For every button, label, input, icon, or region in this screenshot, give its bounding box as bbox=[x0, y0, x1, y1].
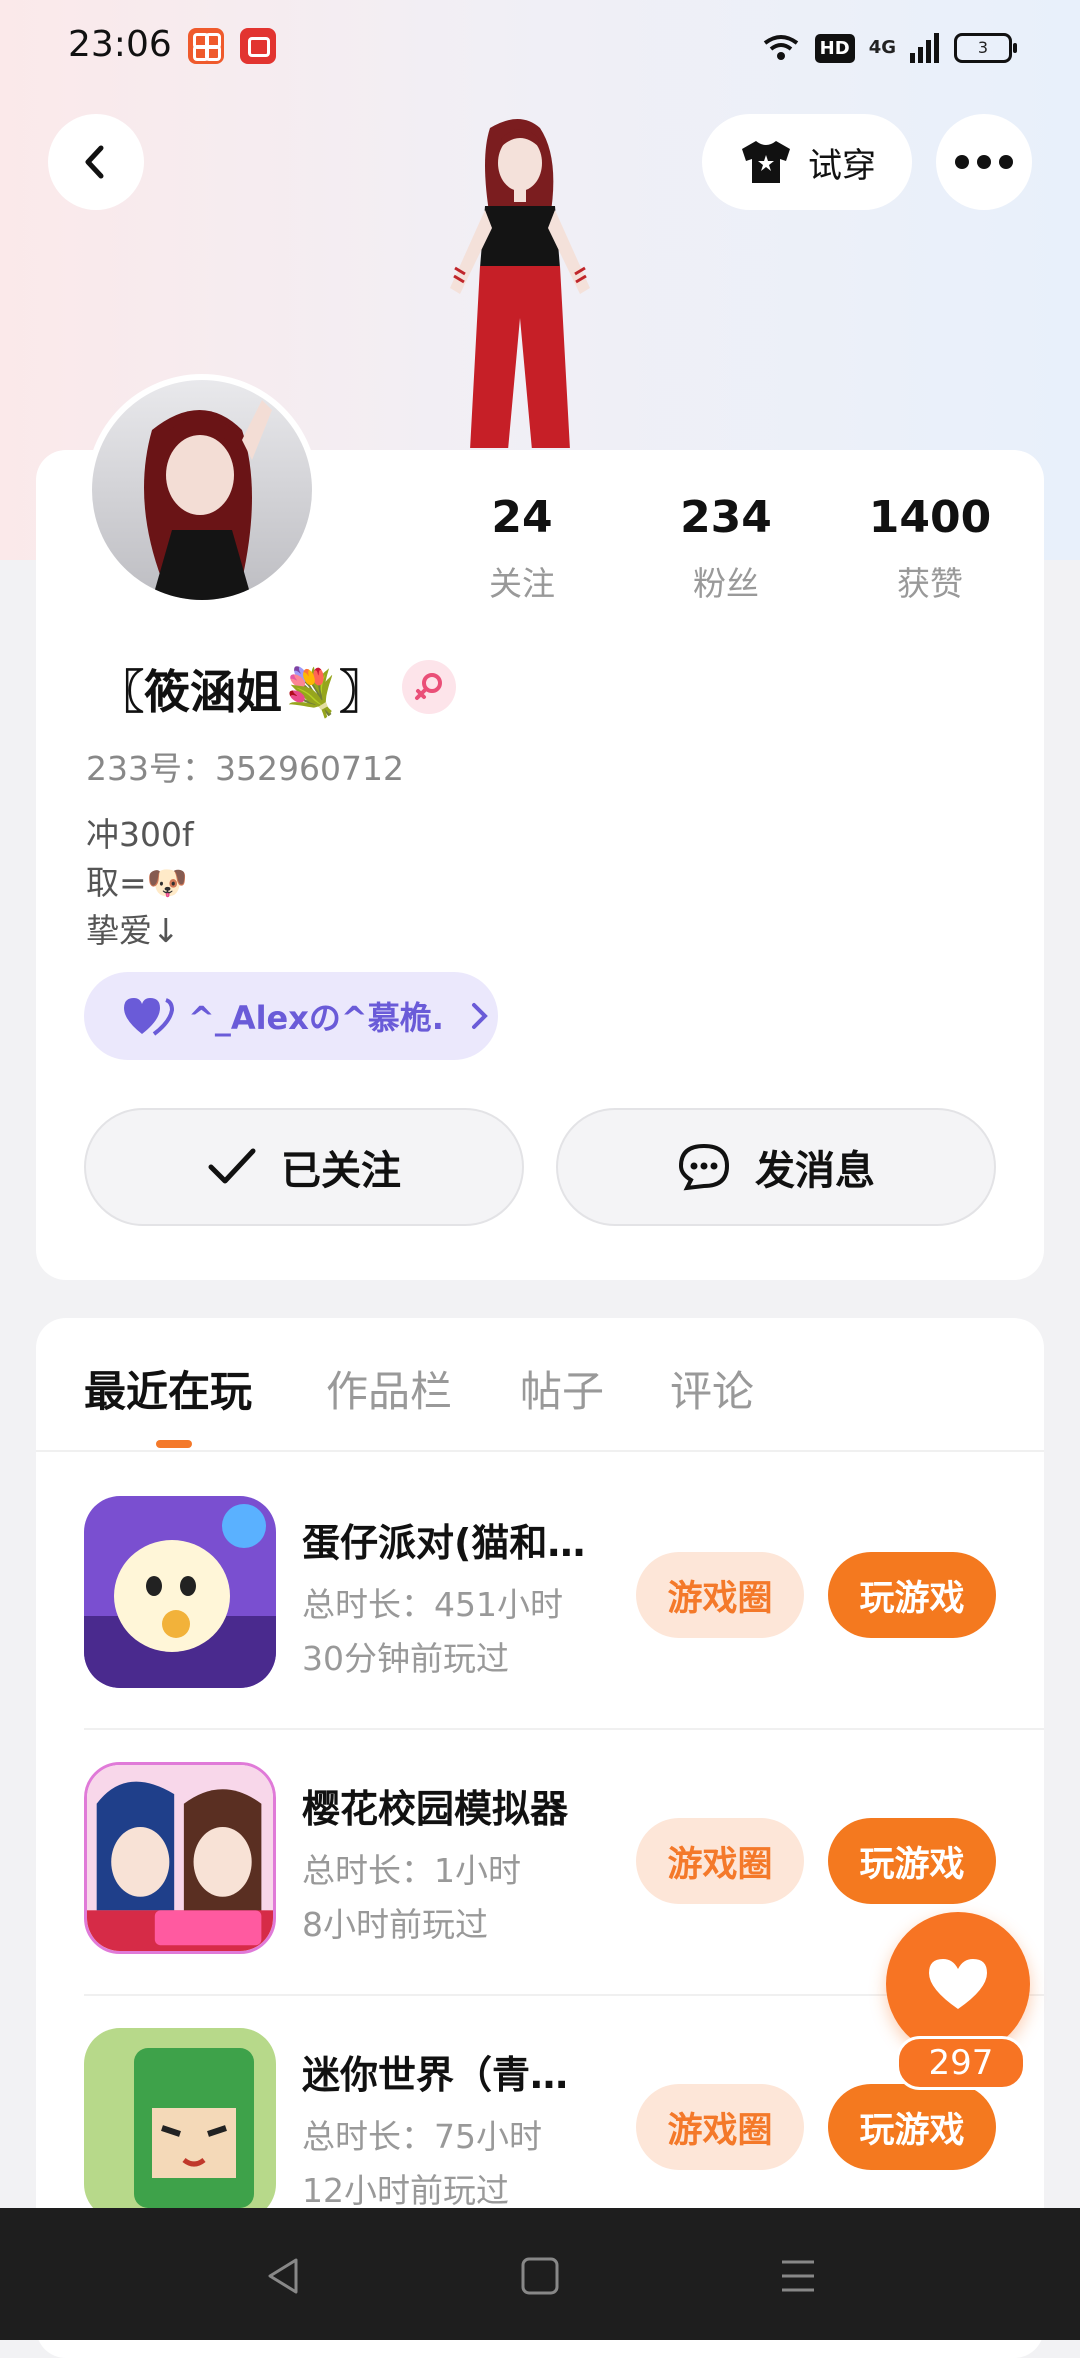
signal-icon bbox=[910, 33, 939, 63]
back-icon bbox=[85, 145, 104, 179]
avatar-image bbox=[92, 380, 312, 600]
system-navigation-bar bbox=[0, 2208, 1080, 2340]
hd-badge: HD bbox=[814, 33, 855, 63]
game-last-played: 8小时前玩过 bbox=[302, 1905, 488, 1944]
stat-following-label: 关注 bbox=[489, 564, 555, 603]
stat-fans-count: 234 bbox=[680, 492, 772, 543]
bio-line: 取=🐶 bbox=[86, 863, 188, 902]
nav-menu-button[interactable] bbox=[770, 2248, 826, 2304]
game-title: 迷你世界（青少年版） bbox=[302, 2053, 602, 2097]
like-button[interactable] bbox=[886, 1912, 1030, 2056]
tshirt-icon bbox=[742, 141, 790, 183]
nav-home-icon bbox=[521, 2257, 559, 2295]
play-game-button[interactable]: 玩游戏 bbox=[828, 1818, 996, 1904]
game-total-time: 总时长：75小时 bbox=[302, 2117, 542, 2156]
heart-icon bbox=[124, 998, 174, 1036]
heart-icon bbox=[929, 1959, 987, 2009]
stat-fans[interactable]: 234 粉丝 bbox=[636, 492, 816, 605]
status-time: 23:06 bbox=[68, 24, 172, 65]
bio-line: 冲300f bbox=[86, 815, 194, 854]
tab-comments[interactable]: 评论 bbox=[670, 1358, 754, 1419]
game-circle-button[interactable]: 游戏圈 bbox=[636, 2084, 804, 2170]
profile-name: 〖筱涵姐💐〗 bbox=[98, 665, 386, 719]
game-icon bbox=[84, 2028, 276, 2220]
tab-works[interactable]: 作品栏 bbox=[326, 1358, 452, 1419]
game-last-played: 12小时前玩过 bbox=[302, 2171, 509, 2210]
list-item[interactable]: 蛋仔派对(猫和老鼠) 总时长：451小时 30分钟前玩过 游戏圈 玩游戏 bbox=[84, 1472, 1044, 1738]
app-notification-icon bbox=[188, 28, 224, 64]
game-icon bbox=[84, 1496, 276, 1688]
play-game-button[interactable]: 玩游戏 bbox=[828, 2084, 996, 2170]
stat-fans-label: 粉丝 bbox=[693, 564, 759, 603]
game-circle-button[interactable]: 游戏圈 bbox=[636, 1552, 804, 1638]
send-message-label: 发消息 bbox=[755, 1148, 875, 1194]
user-id: 233号：352960712 bbox=[86, 749, 404, 788]
stat-likes[interactable]: 1400 获赞 bbox=[840, 492, 1020, 605]
try-on-button[interactable]: 试穿 bbox=[702, 114, 912, 210]
more-icon bbox=[955, 155, 1013, 169]
stat-likes-count: 1400 bbox=[868, 492, 992, 543]
game-total-time: 总时长：1小时 bbox=[302, 1851, 521, 1890]
nav-menu-icon bbox=[782, 2260, 814, 2292]
game-icon bbox=[84, 1762, 276, 1954]
female-icon bbox=[402, 660, 456, 714]
wifi-icon bbox=[763, 35, 798, 60]
battery-icon: 3 bbox=[954, 33, 1017, 63]
following-button[interactable]: 已关注 bbox=[84, 1108, 524, 1226]
avatar[interactable] bbox=[86, 374, 318, 606]
try-on-label: 试穿 bbox=[808, 145, 876, 186]
divider bbox=[84, 1728, 1044, 1730]
game-title: 樱花校园模拟器 bbox=[302, 1787, 569, 1831]
game-circle-button[interactable]: 游戏圈 bbox=[636, 1818, 804, 1904]
status-icons: HD 4G 3 bbox=[761, 28, 1017, 68]
play-game-button[interactable]: 玩游戏 bbox=[828, 1552, 996, 1638]
tab-active-indicator bbox=[156, 1440, 192, 1448]
chevron-right-icon bbox=[471, 1003, 488, 1029]
tab-recently-played[interactable]: 最近在玩 bbox=[84, 1358, 252, 1419]
stat-following[interactable]: 24 关注 bbox=[432, 492, 612, 605]
chat-icon bbox=[678, 1143, 730, 1191]
network-type: 4G bbox=[868, 37, 896, 58]
status-bar: 23:06 HD 4G 3 bbox=[0, 0, 1080, 96]
couple-badge[interactable]: ^_Alexの^慕桅. bbox=[84, 972, 498, 1060]
following-label: 已关注 bbox=[281, 1148, 401, 1194]
stat-likes-label: 获赞 bbox=[897, 564, 963, 603]
screen-record-icon bbox=[240, 28, 276, 64]
couple-name: ^_Alexの^慕桅. bbox=[188, 999, 444, 1037]
bio-line: 挚爱↓ bbox=[86, 911, 180, 950]
more-button[interactable] bbox=[936, 114, 1032, 210]
nav-back-icon bbox=[268, 2258, 298, 2294]
nav-home-button[interactable] bbox=[512, 2248, 568, 2304]
avatar-3d-figure bbox=[450, 119, 590, 448]
like-count: 297 bbox=[896, 2036, 1026, 2090]
nav-back-button[interactable] bbox=[256, 2248, 312, 2304]
game-total-time: 总时长：451小时 bbox=[302, 1585, 563, 1624]
back-button[interactable] bbox=[48, 114, 144, 210]
divider bbox=[36, 1450, 1044, 1452]
tab-posts[interactable]: 帖子 bbox=[520, 1358, 604, 1419]
check-icon bbox=[208, 1148, 256, 1184]
game-title: 蛋仔派对(猫和老鼠) bbox=[302, 1521, 602, 1565]
send-message-button[interactable]: 发消息 bbox=[556, 1108, 996, 1226]
stat-following-count: 24 bbox=[491, 492, 553, 543]
game-last-played: 30分钟前玩过 bbox=[302, 1639, 509, 1678]
